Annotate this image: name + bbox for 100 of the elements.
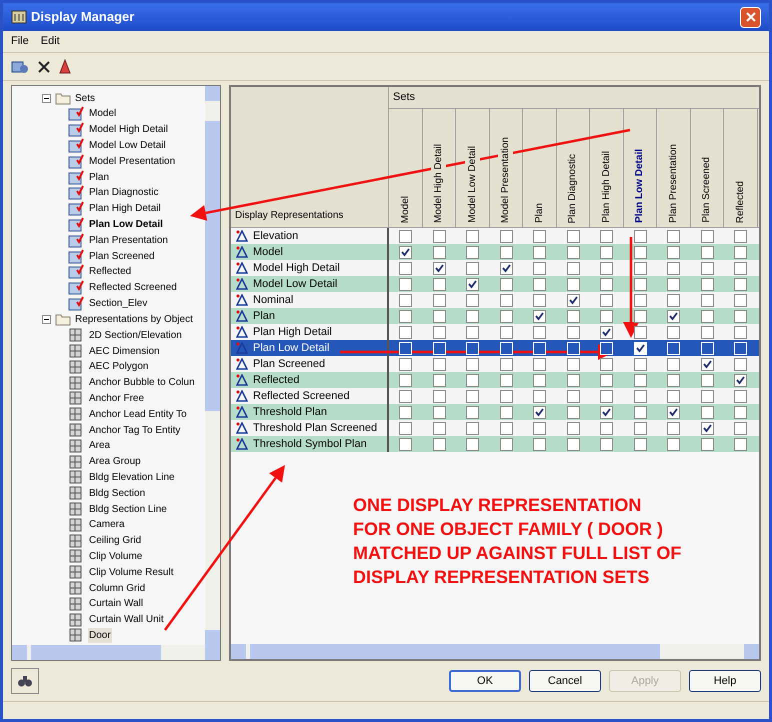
checkbox[interactable] <box>466 294 480 306</box>
tree-item[interactable]: Anchor Tag To Entity <box>88 422 182 438</box>
checkbox[interactable] <box>533 326 546 338</box>
tree-item[interactable]: Curtain Wall Unit <box>88 612 165 628</box>
checkbox[interactable] <box>634 262 647 274</box>
checkbox[interactable] <box>466 262 480 274</box>
tree-item[interactable]: Plan High Detail <box>88 201 162 216</box>
checkbox[interactable] <box>734 326 748 338</box>
checkbox[interactable] <box>399 246 412 258</box>
checkbox[interactable] <box>700 294 714 306</box>
tree-item[interactable]: Camera <box>88 517 126 532</box>
checkbox[interactable] <box>533 374 546 386</box>
checkbox[interactable] <box>533 294 546 306</box>
checkbox[interactable] <box>500 294 513 306</box>
checkbox[interactable] <box>700 422 714 434</box>
checkbox[interactable] <box>432 406 446 418</box>
checkbox[interactable] <box>566 230 580 242</box>
checkbox[interactable] <box>634 310 647 322</box>
checkbox[interactable] <box>734 278 748 290</box>
checkbox[interactable] <box>600 438 614 450</box>
checkbox[interactable] <box>466 358 480 370</box>
tree-item[interactable]: Bldg Section <box>88 486 146 501</box>
checkbox[interactable] <box>566 374 580 386</box>
tree-item[interactable]: Clip Volume <box>88 548 144 564</box>
checkbox[interactable] <box>600 310 614 322</box>
tree-item[interactable]: Plan <box>88 170 110 185</box>
checkbox[interactable] <box>466 422 480 434</box>
tree-item[interactable]: Curtain Wall <box>88 596 144 612</box>
table-row[interactable]: Threshold Plan <box>231 404 759 420</box>
dialog-button[interactable]: Help <box>689 670 761 692</box>
dialog-button[interactable]: OK <box>449 670 521 692</box>
checkbox[interactable] <box>432 390 446 402</box>
checkbox[interactable] <box>399 262 412 274</box>
tree-item[interactable]: Section_Elev <box>88 296 148 311</box>
checkbox[interactable] <box>600 230 614 242</box>
checkbox[interactable] <box>566 422 580 434</box>
tree-item[interactable]: Bldg Section Line <box>88 502 168 517</box>
checkbox[interactable] <box>734 390 748 402</box>
tree-item[interactable]: Model High Detail <box>88 122 169 138</box>
checkbox[interactable] <box>667 278 680 290</box>
tree-item[interactable]: Reflected Screened <box>88 280 178 296</box>
checkbox[interactable] <box>399 438 412 450</box>
tree-item[interactable]: AEC Polygon <box>88 359 150 374</box>
checkbox[interactable] <box>566 262 580 274</box>
tree-item[interactable]: Bldg Elevation Line <box>88 470 176 485</box>
checkbox[interactable] <box>466 438 480 450</box>
checkbox[interactable] <box>566 278 580 290</box>
checkbox[interactable] <box>533 406 546 418</box>
checkbox[interactable] <box>466 406 480 418</box>
tree-item[interactable]: Door <box>88 628 112 643</box>
checkbox[interactable] <box>500 310 513 322</box>
tree-item[interactable]: Plan Low Detail <box>88 216 164 232</box>
checkbox[interactable] <box>466 278 480 290</box>
checkbox[interactable] <box>667 262 680 274</box>
checkbox[interactable] <box>466 230 480 242</box>
tree-folder-label[interactable]: Representations by Object <box>75 312 193 327</box>
table-row[interactable]: Model <box>231 244 759 260</box>
checkbox[interactable] <box>634 326 647 338</box>
tree-item[interactable]: Plan Screened <box>88 248 156 264</box>
checkbox[interactable] <box>466 374 480 386</box>
checkbox[interactable] <box>533 358 546 370</box>
checkbox[interactable] <box>634 230 647 242</box>
checkbox[interactable] <box>667 246 680 258</box>
tree-item[interactable]: AEC Dimension <box>88 344 161 359</box>
checkbox[interactable] <box>634 406 647 418</box>
checkbox[interactable] <box>600 422 614 434</box>
checkbox[interactable] <box>700 262 714 274</box>
checkbox[interactable] <box>432 438 446 450</box>
tree-item[interactable]: Anchor Lead Entity To <box>88 406 188 422</box>
tree-item[interactable]: Plan Diagnostic <box>88 185 160 200</box>
delete-icon[interactable] <box>37 60 51 74</box>
checkbox[interactable] <box>700 230 714 242</box>
checkbox[interactable] <box>432 310 446 322</box>
checkbox[interactable] <box>600 326 614 338</box>
tree-item[interactable]: Area <box>88 438 112 454</box>
column-header[interactable]: Plan Presentation <box>657 109 690 227</box>
tree-item[interactable]: Plan Presentation <box>88 232 169 248</box>
checkbox[interactable] <box>466 326 480 338</box>
checkbox[interactable] <box>432 326 446 338</box>
checkbox[interactable] <box>734 262 748 274</box>
checkbox[interactable] <box>600 406 614 418</box>
toolbar-button[interactable] <box>11 668 39 694</box>
checkbox[interactable] <box>667 374 680 386</box>
checkbox[interactable] <box>466 246 480 258</box>
column-header[interactable]: Model <box>389 109 422 227</box>
tree-item[interactable]: Clip Volume Result <box>88 564 174 580</box>
checkbox[interactable] <box>566 390 580 402</box>
checkbox[interactable] <box>432 422 446 434</box>
checkbox[interactable] <box>634 438 647 450</box>
checkbox[interactable] <box>566 246 580 258</box>
checkbox[interactable] <box>667 406 680 418</box>
checkbox[interactable] <box>734 438 748 450</box>
checkbox[interactable] <box>432 358 446 370</box>
cone-icon[interactable] <box>59 58 71 74</box>
checkbox[interactable] <box>600 294 614 306</box>
checkbox[interactable] <box>432 294 446 306</box>
checkbox[interactable] <box>700 246 714 258</box>
checkbox[interactable] <box>399 406 412 418</box>
table-row[interactable]: Model Low Detail <box>231 276 759 292</box>
checkbox[interactable] <box>533 278 546 290</box>
